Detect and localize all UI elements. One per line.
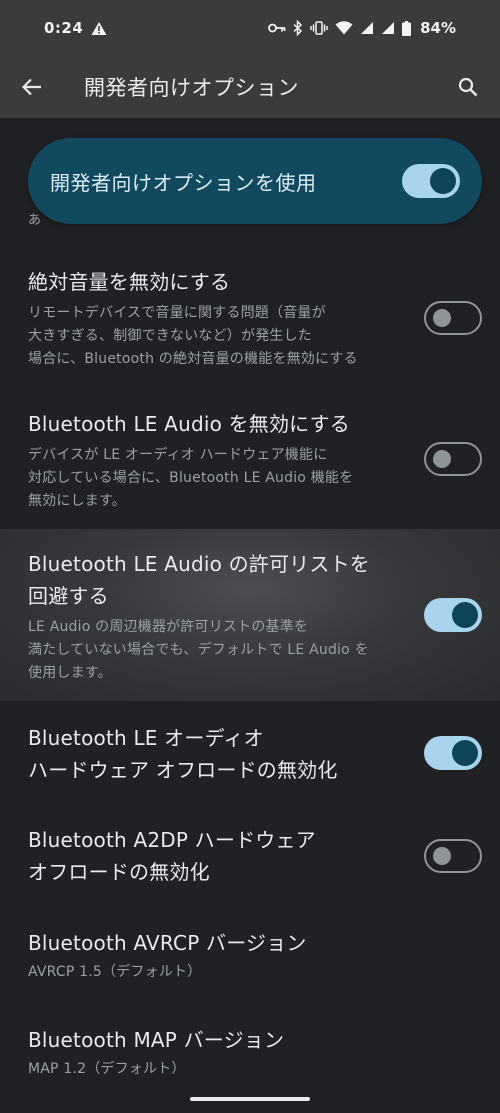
battery-icon	[402, 20, 412, 36]
setting-title-line-2: 回避する	[28, 584, 109, 608]
search-icon[interactable]	[448, 67, 488, 107]
status-bar: 0:24 84%	[0, 0, 500, 56]
switch-disable-a2dp-hw-offload[interactable]	[424, 839, 482, 873]
setting-desc-line: 対応している場合に、Bluetooth LE Audio 機能を	[28, 470, 354, 486]
switch-disable-le-audio-hw-offload[interactable]	[424, 736, 482, 770]
signal-icon	[360, 21, 374, 35]
arrow-back-icon[interactable]	[12, 67, 52, 107]
setting-title-line-2: ハードウェア オフロードの無効化	[28, 758, 338, 782]
wifi-icon	[335, 21, 353, 35]
switch-thumb	[433, 309, 451, 327]
peek-text: あ	[28, 213, 42, 228]
signal-icon-2	[381, 21, 395, 35]
developer-options-master-toggle[interactable]: 開発者向けオプションを使用	[28, 138, 482, 224]
vibrate-icon	[310, 21, 328, 35]
app-bar: 開発者向けオプション	[0, 56, 500, 118]
master-toggle-label: 開発者向けオプションを使用	[50, 170, 317, 195]
switch-disable-absolute-volume[interactable]	[424, 301, 482, 335]
setting-desc-line: リモートデバイスで音量に関する問題（音量が	[28, 305, 326, 321]
setting-desc-line: 場合に、Bluetooth の絶対音量の機能を無効にする	[28, 351, 358, 367]
setting-title: Bluetooth LE Audio の許可リストを	[28, 552, 370, 576]
switch-bypass-le-audio-allowlist[interactable]	[424, 598, 482, 632]
setting-desc-line: 無効にします。	[28, 493, 126, 509]
setting-title: Bluetooth LE オーディオ	[28, 726, 264, 750]
setting-desc-line: AVRCP 1.5（デフォルト）	[28, 964, 202, 980]
setting-desc-line: 大きすぎる、制御できないなど）が発生した	[28, 328, 312, 344]
battery-percent: 84%	[420, 19, 456, 37]
setting-disable-absolute-volume[interactable]: 絶対音量を無効にする リモートデバイスで音量に関する問題（音量が 大きすぎる、制…	[0, 260, 500, 380]
setting-desc-line: デバイスが LE オーディオ ハードウェア機能に	[28, 447, 328, 463]
switch-thumb	[433, 847, 451, 865]
setting-map-version[interactable]: Bluetooth MAP バージョン MAP 1.2（デフォルト）	[0, 1022, 500, 1082]
status-time: 0:24	[44, 19, 84, 37]
setting-desc-line: MAP 1.2（デフォルト）	[28, 1061, 186, 1077]
switch-thumb	[433, 450, 451, 468]
setting-avrcp-version[interactable]: Bluetooth AVRCP バージョン AVRCP 1.5（デフォルト）	[0, 925, 500, 985]
bluetooth-icon	[293, 20, 303, 36]
setting-title: Bluetooth MAP バージョン	[28, 1028, 285, 1052]
gesture-nav-handle[interactable]	[190, 1097, 310, 1101]
setting-title: Bluetooth AVRCP バージョン	[28, 931, 307, 955]
setting-desc-line: 満たしていない場合でも、デフォルトで LE Audio を	[28, 642, 369, 658]
setting-bypass-le-audio-allowlist[interactable]: Bluetooth LE Audio の許可リストを 回避する LE Audio…	[0, 544, 500, 694]
key-icon	[268, 22, 286, 34]
page-title: 開発者向けオプション	[84, 76, 299, 100]
status-icons: 84%	[268, 19, 456, 37]
setting-title: Bluetooth LE Audio を無効にする	[28, 412, 350, 436]
setting-title: 絶対音量を無効にする	[28, 270, 231, 294]
setting-disable-le-audio-hw-offload[interactable]: Bluetooth LE オーディオ ハードウェア オフロードの無効化	[0, 720, 500, 790]
warning-icon	[91, 21, 107, 36]
setting-title: Bluetooth A2DP ハードウェア	[28, 828, 316, 852]
master-switch[interactable]	[402, 164, 460, 198]
switch-disable-le-audio[interactable]	[424, 442, 482, 476]
setting-disable-a2dp-hw-offload[interactable]: Bluetooth A2DP ハードウェア オフロードの無効化	[0, 822, 500, 892]
setting-title-line-2: オフロードの無効化	[28, 860, 210, 884]
setting-desc-line: LE Audio の周辺機器が許可リストの基準を	[28, 619, 309, 635]
switch-thumb	[430, 168, 456, 194]
setting-disable-le-audio[interactable]: Bluetooth LE Audio を無効にする デバイスが LE オーディオ…	[0, 402, 500, 522]
switch-thumb	[452, 740, 478, 766]
switch-thumb	[452, 602, 478, 628]
setting-desc-line: 使用します。	[28, 665, 112, 681]
